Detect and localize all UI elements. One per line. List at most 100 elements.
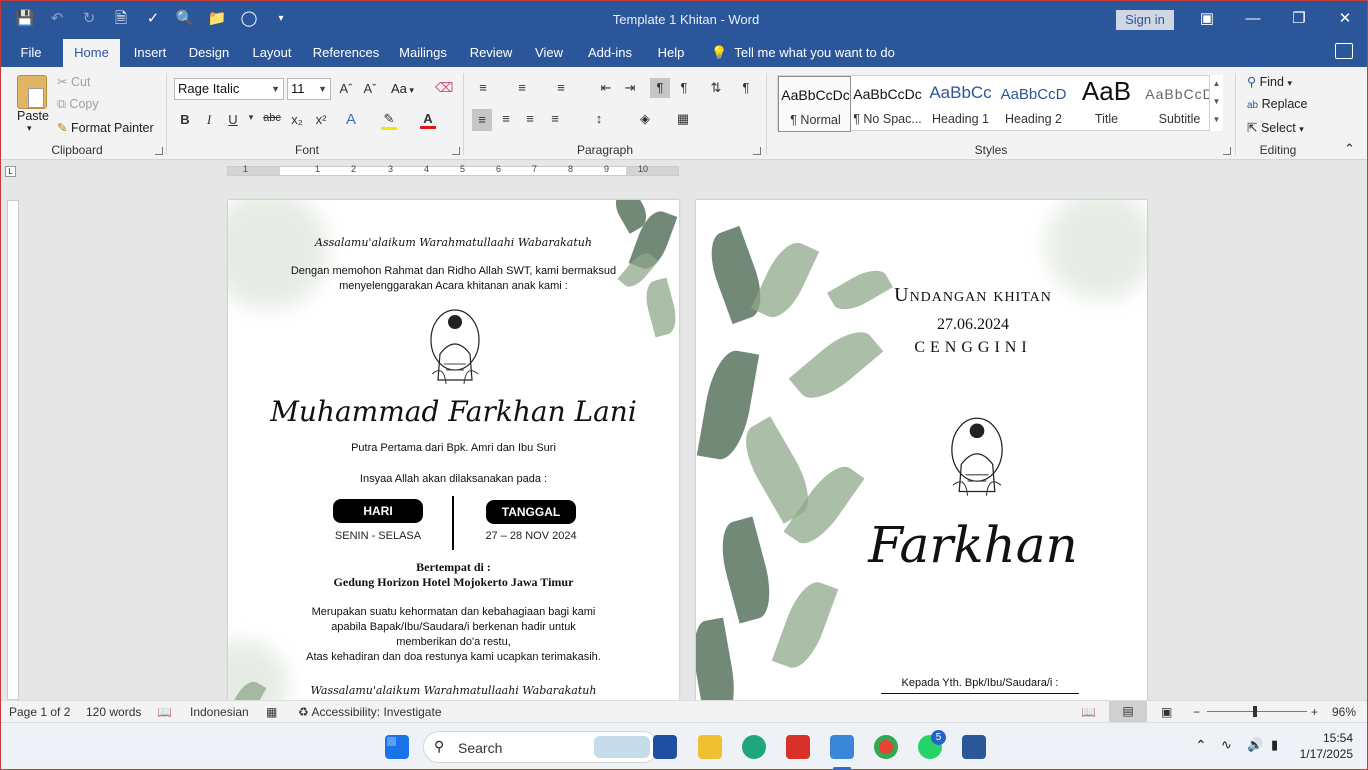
redo-icon[interactable]: ↻ bbox=[79, 9, 99, 29]
justify-icon[interactable]: ≡ bbox=[546, 111, 564, 126]
new-document-icon[interactable]: 🗎 bbox=[111, 9, 131, 29]
find-button[interactable]: ⚲ Find ▾ bbox=[1247, 74, 1292, 89]
tab-selector[interactable]: L bbox=[5, 166, 16, 177]
file-explorer-icon[interactable] bbox=[698, 735, 722, 759]
style-subtitle[interactable]: AaBbCcD Subtitle bbox=[1143, 76, 1216, 132]
vertical-ruler[interactable] bbox=[7, 200, 19, 700]
edge-icon[interactable] bbox=[742, 735, 766, 759]
close-icon[interactable]: ✕ bbox=[1331, 7, 1359, 31]
snipping-tool-icon[interactable] bbox=[830, 735, 854, 759]
styles-launcher-icon[interactable] bbox=[1223, 147, 1231, 155]
page-count[interactable]: Page 1 of 2 bbox=[9, 705, 70, 719]
wifi-icon[interactable]: ∿ bbox=[1221, 737, 1232, 753]
tab-design[interactable]: Design bbox=[183, 39, 235, 67]
align-center-icon[interactable]: ≡ bbox=[497, 111, 515, 126]
clipboard-launcher-icon[interactable] bbox=[155, 147, 163, 155]
decrease-indent-icon[interactable]: ⇤ bbox=[597, 80, 615, 96]
start-icon[interactable] bbox=[385, 735, 409, 759]
tell-me-search[interactable]: 💡 Tell me what you want to do bbox=[711, 39, 895, 67]
strikethrough-icon[interactable]: abc bbox=[263, 112, 281, 124]
bullets-icon[interactable]: ≡ bbox=[474, 80, 492, 95]
tab-home[interactable]: Home bbox=[63, 39, 120, 67]
restore-icon[interactable]: ❐ bbox=[1285, 7, 1313, 31]
font-color-icon[interactable]: A bbox=[420, 111, 436, 129]
multilevel-list-icon[interactable]: ≡ bbox=[552, 80, 570, 95]
bold-icon[interactable]: B bbox=[176, 112, 194, 127]
text-effects-icon[interactable]: A bbox=[342, 111, 360, 128]
style-title[interactable]: AaB Title bbox=[1070, 76, 1143, 132]
shrink-font-icon[interactable]: Aˇ bbox=[361, 81, 379, 96]
tab-references[interactable]: References bbox=[309, 39, 383, 67]
align-right-icon[interactable]: ≡ bbox=[521, 111, 539, 126]
battery-icon[interactable]: ▮ bbox=[1271, 737, 1278, 753]
paste-button[interactable]: Paste bbox=[17, 109, 49, 123]
show-marks-icon[interactable]: ¶ bbox=[737, 80, 755, 95]
print-preview-icon[interactable]: 🔍 bbox=[175, 9, 195, 29]
zoom-slider[interactable] bbox=[1207, 711, 1307, 712]
taskbar-search[interactable]: ⚲ Search bbox=[423, 731, 659, 763]
spelling-check-icon[interactable]: ✓ bbox=[143, 9, 163, 29]
circle-shape-icon[interactable]: ◯ bbox=[239, 9, 259, 29]
subscript-icon[interactable]: x₂ bbox=[288, 112, 306, 127]
sort-icon[interactable]: ⇅ bbox=[707, 80, 725, 96]
customize-qat-icon[interactable]: ▾ bbox=[271, 9, 291, 29]
tab-layout[interactable]: Layout bbox=[245, 39, 299, 67]
grow-font-icon[interactable]: Aˆ bbox=[337, 81, 355, 96]
rtl-icon[interactable]: ¶ bbox=[675, 80, 693, 95]
ribbon-display-options-icon[interactable]: ▣ bbox=[1193, 7, 1221, 31]
clock-time[interactable]: 15:54 bbox=[1297, 731, 1353, 745]
undo-icon[interactable]: ↶ bbox=[47, 9, 67, 29]
superscript-icon[interactable]: x² bbox=[312, 112, 330, 127]
styles-scrollbar[interactable]: ▲ ▼ ▼ bbox=[1209, 75, 1223, 131]
language-indicator[interactable]: Indonesian bbox=[190, 705, 249, 719]
word-count[interactable]: 120 words bbox=[86, 705, 141, 719]
web-layout-icon[interactable]: ▣ bbox=[1161, 705, 1172, 719]
change-case-button[interactable]: Aa ▾ bbox=[391, 81, 414, 96]
pdf-app-icon[interactable] bbox=[786, 735, 810, 759]
page-1[interactable]: Assalamu'alaikum Warahmatullaahi Wabarak… bbox=[228, 200, 679, 700]
font-size-combo[interactable]: 11 ▼ bbox=[287, 78, 331, 100]
tab-view[interactable]: View bbox=[529, 39, 569, 67]
ltr-icon[interactable]: ¶ bbox=[650, 78, 670, 98]
open-folder-icon[interactable]: 📁 bbox=[207, 9, 227, 29]
increase-indent-icon[interactable]: ⇥ bbox=[621, 80, 639, 96]
cut-button[interactable]: ✂ Cut bbox=[57, 74, 90, 89]
zoom-slider-thumb[interactable] bbox=[1253, 706, 1257, 717]
style-heading-1[interactable]: AaBbCc Heading 1 bbox=[924, 76, 997, 132]
numbering-icon[interactable]: ≡ bbox=[513, 80, 531, 95]
tab-add-ins[interactable]: Add-ins bbox=[581, 39, 639, 67]
style-heading-2[interactable]: AaBbCcD Heading 2 bbox=[997, 76, 1070, 132]
page-2[interactable]: Undangan khitan 27.06.2024 CENGGINI Fark… bbox=[696, 200, 1147, 700]
show-hidden-icons-icon[interactable]: ⌃ bbox=[1195, 737, 1207, 754]
select-button[interactable]: ⇱ Select ▾ bbox=[1247, 120, 1304, 135]
proofing-icon[interactable]: 📖 bbox=[157, 705, 172, 719]
zoom-level[interactable]: 96% bbox=[1332, 705, 1356, 719]
tab-file[interactable]: File bbox=[11, 39, 51, 67]
style-normal[interactable]: AaBbCcDc ¶ Normal bbox=[778, 76, 851, 132]
collapse-ribbon-icon[interactable]: ⌃ bbox=[1344, 141, 1355, 157]
sign-in-button[interactable]: Sign in bbox=[1116, 10, 1174, 30]
font-launcher-icon[interactable] bbox=[452, 147, 460, 155]
chrome-icon[interactable] bbox=[874, 735, 898, 759]
style-no-spacing[interactable]: AaBbCcDc ¶ No Spac... bbox=[851, 76, 924, 132]
styles-up-icon[interactable]: ▲ bbox=[1210, 75, 1223, 93]
styles-down-icon[interactable]: ▼ bbox=[1210, 93, 1223, 111]
paste-dropdown-icon[interactable]: ▾ bbox=[27, 123, 32, 134]
clear-formatting-icon[interactable]: ⌫ bbox=[435, 80, 453, 96]
copy-button[interactable]: ⧉ Copy bbox=[57, 97, 99, 112]
zoom-in-icon[interactable]: + bbox=[1311, 705, 1318, 719]
underline-dropdown-icon[interactable]: ▾ bbox=[242, 112, 260, 123]
clock-date[interactable]: 1/17/2025 bbox=[1297, 747, 1353, 761]
paragraph-launcher-icon[interactable] bbox=[753, 147, 761, 155]
format-painter-button[interactable]: ✎ Format Painter bbox=[57, 120, 154, 135]
shading-icon[interactable]: ◈ bbox=[636, 111, 654, 127]
italic-icon[interactable]: I bbox=[200, 112, 218, 128]
styles-more-icon[interactable]: ▼ bbox=[1210, 111, 1223, 129]
highlight-color-icon[interactable]: ✎ bbox=[381, 111, 397, 130]
word-icon[interactable] bbox=[962, 735, 986, 759]
tab-insert[interactable]: Insert bbox=[127, 39, 173, 67]
read-mode-icon[interactable]: 📖 bbox=[1081, 705, 1096, 719]
align-left-icon[interactable]: ≡ bbox=[472, 109, 492, 131]
tab-mailings[interactable]: Mailings bbox=[393, 39, 453, 67]
comments-icon[interactable] bbox=[1335, 43, 1353, 59]
